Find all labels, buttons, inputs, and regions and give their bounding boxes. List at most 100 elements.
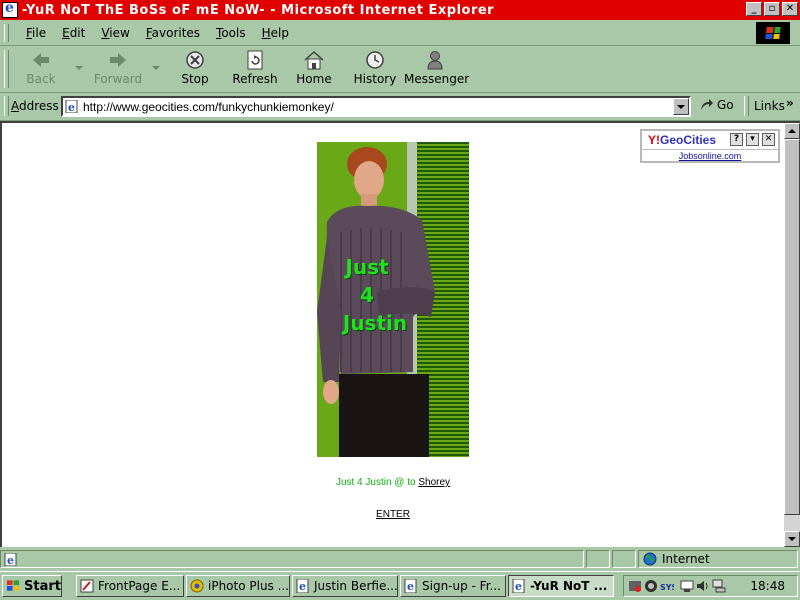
tray-app-icon[interactable] bbox=[628, 579, 642, 593]
history-icon bbox=[364, 50, 386, 70]
forward-label: Forward bbox=[93, 72, 143, 86]
scroll-down-button[interactable] bbox=[784, 531, 800, 547]
geocities-logo[interactable]: Y!GeoCities bbox=[648, 133, 716, 147]
links-button[interactable]: Links bbox=[754, 99, 785, 113]
history-button[interactable]: History bbox=[352, 50, 398, 90]
close-button[interactable]: ✕ bbox=[782, 2, 798, 16]
vertical-scrollbar[interactable] bbox=[784, 123, 800, 547]
address-label: Address bbox=[11, 99, 59, 113]
tray-computer-icon[interactable] bbox=[712, 579, 726, 593]
tray-sys-icon[interactable]: SYS bbox=[660, 579, 674, 593]
start-button[interactable]: Start bbox=[2, 575, 62, 597]
task-justin-label: Justin Berfie... bbox=[314, 579, 398, 593]
address-input[interactable] bbox=[83, 99, 663, 114]
geocities-dropdown-button[interactable]: ▾ bbox=[746, 133, 759, 146]
menu-help[interactable]: Help bbox=[254, 26, 297, 40]
task-justin-berfield[interactable]: e Justin Berfie... bbox=[292, 575, 398, 597]
menu-file[interactable]: File bbox=[18, 26, 54, 40]
refresh-button[interactable]: Refresh bbox=[230, 50, 280, 90]
credit-line: Just 4 Justin @ to Shorey bbox=[2, 477, 784, 488]
toolbar-grip[interactable] bbox=[4, 50, 9, 88]
globe-icon bbox=[643, 552, 657, 566]
scroll-up-button[interactable] bbox=[784, 123, 800, 139]
back-dropdown-icon[interactable] bbox=[75, 66, 83, 70]
ie-page-status-icon: e bbox=[4, 553, 17, 566]
enter-label[interactable]: ENTER bbox=[376, 509, 410, 520]
geocities-help-button[interactable]: ? bbox=[730, 133, 743, 146]
scroll-thumb[interactable] bbox=[784, 139, 800, 515]
stop-button[interactable]: Stop bbox=[172, 50, 218, 90]
ie-app-icon[interactable] bbox=[2, 0, 18, 18]
ie-page-icon: e bbox=[65, 100, 78, 113]
svg-text:e: e bbox=[7, 554, 14, 566]
maximize-button[interactable]: ▫ bbox=[764, 2, 780, 16]
ie-task-icon: e bbox=[512, 579, 525, 593]
menu-favorites[interactable]: Favorites bbox=[138, 26, 208, 40]
back-arrow-icon bbox=[30, 50, 52, 70]
title-bar[interactable]: -YuR NoT ThE BoSs oF mE NoW- - Microsoft… bbox=[0, 0, 800, 20]
address-grip[interactable] bbox=[4, 96, 9, 116]
links-chevron-icon[interactable]: » bbox=[786, 96, 794, 110]
status-panel-2 bbox=[586, 550, 610, 568]
credit-text: Just 4 Justin @ to bbox=[335, 477, 416, 488]
tray-clock[interactable]: 18:48 bbox=[750, 579, 785, 593]
just4justin-banner-image: Just 4 Justin bbox=[317, 142, 469, 457]
messenger-button[interactable]: Messenger bbox=[404, 50, 470, 90]
svg-text:e: e bbox=[515, 580, 522, 593]
stop-label: Stop bbox=[181, 72, 209, 86]
geocities-ad-box: Y!GeoCities ? ▾ ✕ Jobsonline.com bbox=[640, 129, 780, 163]
refresh-icon bbox=[244, 50, 266, 70]
status-bar: e Internet bbox=[0, 548, 800, 570]
ie-task-icon: e bbox=[296, 579, 309, 593]
yahoo-mark: Y! bbox=[648, 133, 660, 147]
ie-task-icon: e bbox=[404, 579, 417, 593]
menu-tools[interactable]: Tools bbox=[208, 26, 254, 40]
minimize-button[interactable]: _ bbox=[746, 2, 762, 16]
menu-edit[interactable]: Edit bbox=[54, 26, 93, 40]
page-content: Just 4 Justin Just 4 Justin @ to Shorey … bbox=[0, 121, 800, 547]
enter-link[interactable]: ENTER bbox=[2, 509, 784, 520]
status-main-panel: e bbox=[0, 550, 584, 568]
messenger-label: Messenger bbox=[404, 72, 470, 86]
zone-label: Internet bbox=[662, 552, 710, 566]
task-signup[interactable]: e Sign-up - Fr... bbox=[400, 575, 506, 597]
address-bar: Address e Go Links » bbox=[0, 93, 800, 121]
taskbar: Start FrontPage E... iPhoto Plus ... e J… bbox=[0, 571, 800, 600]
banner-text-justin: Justin bbox=[342, 311, 408, 335]
menu-view[interactable]: View bbox=[93, 26, 137, 40]
forward-button[interactable]: Forward bbox=[92, 50, 144, 90]
security-zone-panel: Internet bbox=[638, 550, 798, 568]
address-field[interactable]: e bbox=[61, 96, 691, 117]
refresh-label: Refresh bbox=[232, 72, 278, 86]
links-grip[interactable] bbox=[744, 96, 749, 116]
forward-dropdown-icon[interactable] bbox=[152, 66, 160, 70]
task-iphoto[interactable]: iPhoto Plus ... bbox=[186, 575, 290, 597]
go-button[interactable]: Go bbox=[700, 98, 734, 112]
frontpage-icon bbox=[80, 579, 94, 593]
tray-volume-icon[interactable] bbox=[696, 579, 710, 593]
start-label: Start bbox=[24, 578, 61, 594]
home-label: Home bbox=[296, 72, 332, 86]
geocities-close-button[interactable]: ✕ bbox=[762, 133, 775, 146]
menu-items: File Edit View Favorites Tools Help bbox=[18, 26, 297, 40]
task-current-window[interactable]: e -YuR NoT ... bbox=[508, 575, 614, 597]
back-button[interactable]: Back bbox=[18, 50, 64, 90]
address-dropdown-button[interactable] bbox=[673, 98, 689, 115]
svg-text:e: e bbox=[68, 101, 75, 113]
tray-network-icon[interactable] bbox=[644, 579, 658, 593]
tray-monitor-icon[interactable] bbox=[680, 579, 694, 593]
standard-toolbar: Back Forward Stop Refresh Home History M… bbox=[0, 46, 800, 93]
jobsonline-link[interactable]: Jobsonline.com bbox=[642, 149, 778, 161]
home-button[interactable]: Home bbox=[292, 50, 336, 90]
back-label: Back bbox=[26, 72, 56, 86]
window-controls: _ ▫ ✕ bbox=[746, 2, 798, 16]
task-frontpage[interactable]: FrontPage E... bbox=[76, 575, 184, 597]
task-signup-label: Sign-up - Fr... bbox=[422, 579, 501, 593]
shorey-link[interactable]: Shorey bbox=[418, 477, 450, 488]
menu-grip[interactable] bbox=[4, 24, 9, 42]
go-arrow-icon bbox=[701, 99, 713, 110]
messenger-icon bbox=[424, 50, 446, 70]
svg-text:SYS: SYS bbox=[660, 583, 674, 592]
geocities-name: GeoCities bbox=[660, 133, 717, 147]
status-panel-3 bbox=[612, 550, 636, 568]
